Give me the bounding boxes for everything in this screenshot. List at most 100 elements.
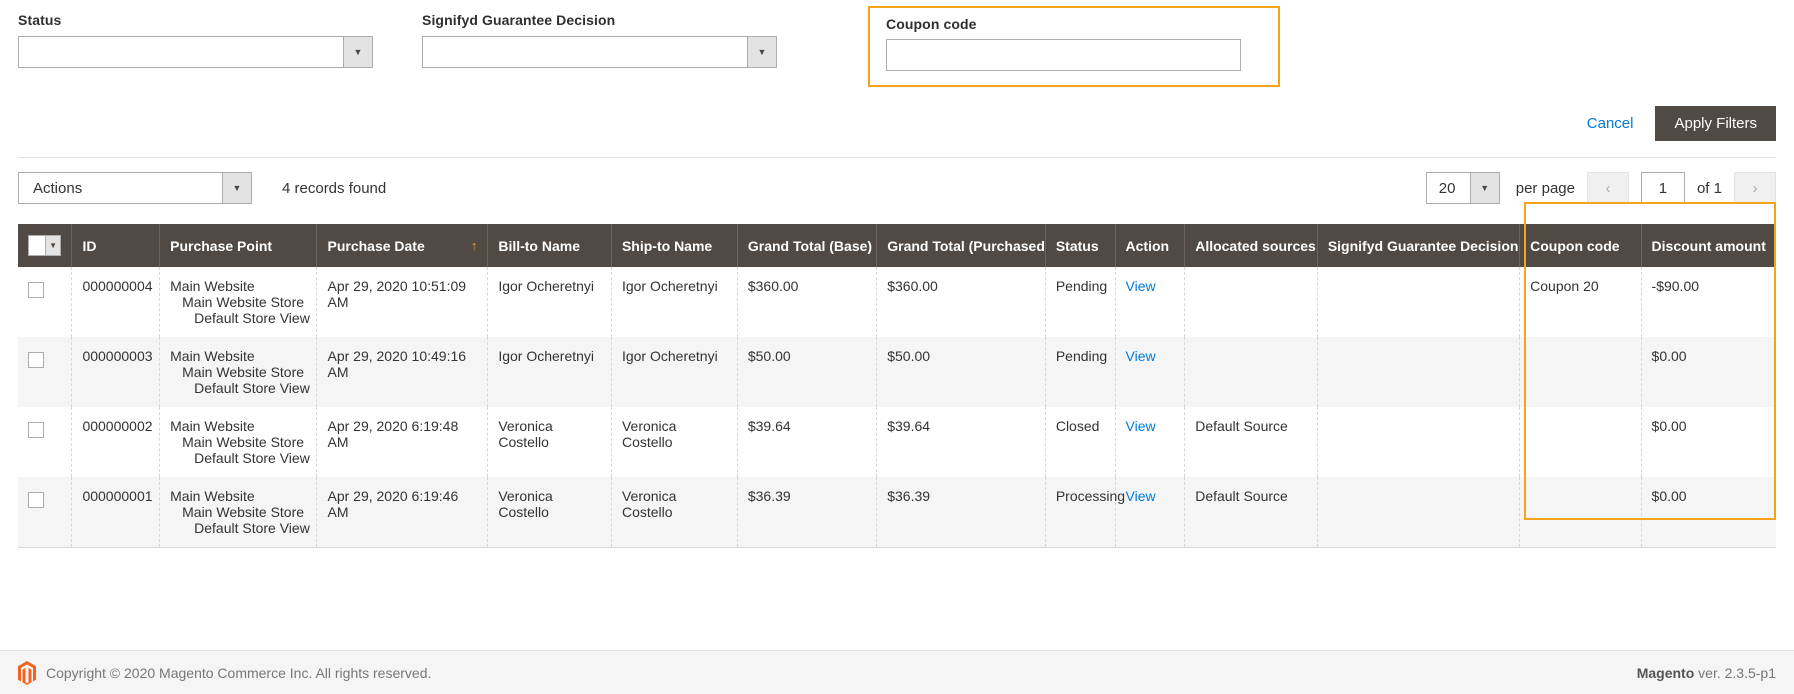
- column-header-grand-total-purchased[interactable]: Grand Total (Purchased): [876, 224, 1046, 267]
- cell-action[interactable]: View: [1115, 477, 1186, 548]
- apply-filters-button[interactable]: Apply Filters: [1655, 105, 1776, 141]
- cell-coupon-code: [1519, 407, 1642, 477]
- column-header-grand-total-base[interactable]: Grand Total (Base): [737, 224, 878, 267]
- row-checkbox[interactable]: [28, 282, 44, 298]
- purchase-point-store: Main Website Store: [182, 364, 305, 380]
- filter-status: Status ▼: [18, 8, 422, 68]
- cell-coupon-code: [1519, 477, 1642, 548]
- cell-action[interactable]: View: [1115, 337, 1186, 407]
- cell-status: Pending: [1045, 337, 1116, 407]
- row-select-cell[interactable]: [18, 407, 73, 477]
- cell-id: 000000003: [71, 337, 161, 407]
- cell-ship-to-name: Veronica Costello: [611, 477, 738, 548]
- purchase-point-website: Main Website: [170, 488, 255, 504]
- row-select-cell[interactable]: [18, 337, 73, 407]
- chevron-down-icon[interactable]: ▼: [1469, 172, 1500, 204]
- filter-status-label: Status: [18, 12, 62, 28]
- view-order-link[interactable]: View: [1126, 348, 1156, 364]
- status-select[interactable]: ▼: [18, 36, 373, 68]
- copyright-text: Copyright © 2020 Magento Commerce Inc. A…: [46, 664, 432, 681]
- signifyd-select-value[interactable]: [422, 36, 747, 68]
- filter-actions: Cancel Apply Filters: [0, 87, 1794, 141]
- magento-logo-icon: [18, 660, 36, 685]
- cell-signifyd: [1317, 477, 1521, 548]
- column-header-bill-to-name[interactable]: Bill-to Name: [487, 224, 612, 267]
- cell-action[interactable]: View: [1115, 407, 1186, 477]
- pagination-controls: 20 ▼ per page ‹ 1 of 1 ›: [1425, 172, 1776, 204]
- cell-purchase-point: Main Website Main Website Store Default …: [159, 407, 318, 477]
- table-row[interactable]: 000000002 Main Website Main Website Stor…: [18, 407, 1776, 477]
- cell-grand-total-base: $36.39: [737, 477, 878, 548]
- chevron-right-icon: ›: [1752, 179, 1758, 197]
- cell-purchase-date: Apr 29, 2020 6:19:48 AM: [316, 407, 489, 477]
- column-header-purchase-date[interactable]: Purchase Date ↑: [316, 224, 489, 267]
- purchase-point-store: Main Website Store: [182, 504, 305, 520]
- row-select-cell[interactable]: [18, 267, 73, 337]
- page-number-input[interactable]: 1: [1640, 172, 1685, 204]
- actions-dropdown-label[interactable]: Actions: [18, 172, 222, 204]
- previous-page-button[interactable]: ‹: [1586, 172, 1629, 204]
- chevron-down-icon[interactable]: ▼: [44, 235, 62, 256]
- table-row[interactable]: 000000004 Main Website Main Website Stor…: [18, 267, 1776, 337]
- orders-grid-container: ▼ ID Purchase Point Purchase Date ↑ Bill…: [0, 202, 1794, 548]
- column-header-ship-to-name[interactable]: Ship-to Name: [611, 224, 738, 267]
- cell-ship-to-name: Igor Ocheretnyi: [611, 337, 738, 407]
- cell-purchase-point: Main Website Main Website Store Default …: [159, 477, 318, 548]
- purchase-point-website: Main Website: [170, 418, 255, 434]
- status-select-value[interactable]: [18, 36, 343, 68]
- column-header-id[interactable]: ID: [71, 224, 161, 267]
- table-row[interactable]: 000000001 Main Website Main Website Stor…: [18, 477, 1776, 548]
- view-order-link[interactable]: View: [1126, 418, 1156, 434]
- column-header-coupon-code[interactable]: Coupon code: [1519, 224, 1642, 267]
- per-page-dropdown[interactable]: 20 ▼: [1425, 172, 1500, 204]
- column-header-allocated-sources[interactable]: Allocated sources: [1184, 224, 1318, 267]
- chevron-down-icon[interactable]: ▼: [343, 36, 373, 68]
- chevron-down-icon[interactable]: ▼: [222, 172, 252, 204]
- column-header-signifyd-guarantee-decision[interactable]: Signifyd Guarantee Decision: [1317, 224, 1521, 267]
- cell-allocated-sources: [1184, 267, 1318, 337]
- row-select-cell[interactable]: [18, 477, 73, 548]
- cell-grand-total-purchased: $50.00: [876, 337, 1046, 407]
- filter-signifyd-label: Signifyd Guarantee Decision: [422, 12, 616, 28]
- column-header-action[interactable]: Action: [1115, 224, 1186, 267]
- cell-allocated-sources: Default Source: [1184, 407, 1318, 477]
- actions-dropdown[interactable]: Actions ▼: [18, 172, 252, 204]
- next-page-button[interactable]: ›: [1734, 172, 1776, 204]
- cell-purchase-date: Apr 29, 2020 10:51:09 AM: [316, 267, 489, 337]
- records-found-label: 4 records found: [282, 179, 387, 197]
- signifyd-select[interactable]: ▼: [422, 36, 777, 68]
- row-checkbox[interactable]: [28, 492, 44, 508]
- per-page-value[interactable]: 20: [1425, 172, 1470, 204]
- row-checkbox[interactable]: [28, 422, 44, 438]
- cell-action[interactable]: View: [1115, 267, 1186, 337]
- cell-discount-amount: -$90.00: [1651, 278, 1700, 294]
- cell-purchase-point: Main Website Main Website Store Default …: [159, 267, 318, 337]
- cell-signifyd: [1317, 337, 1521, 407]
- cell-bill-to-name: Igor Ocheretnyi: [487, 267, 612, 337]
- purchase-point-website: Main Website: [170, 278, 255, 294]
- cell-discount-amount: $0.00: [1651, 418, 1687, 434]
- filters-panel: Status ▼ Signifyd Guarantee Decision ▼ C…: [0, 0, 1794, 87]
- total-pages-label: of 1: [1696, 179, 1722, 197]
- orders-grid-page: Status ▼ Signifyd Guarantee Decision ▼ C…: [0, 0, 1794, 694]
- select-all-header[interactable]: ▼: [18, 224, 73, 267]
- coupon-code-input[interactable]: [886, 39, 1241, 71]
- cancel-button[interactable]: Cancel: [1587, 115, 1634, 132]
- table-row[interactable]: 000000003 Main Website Main Website Stor…: [18, 337, 1776, 407]
- cell-id: 000000001: [71, 477, 161, 548]
- cell-bill-to-name: Veronica Costello: [487, 407, 612, 477]
- row-checkbox[interactable]: [28, 352, 44, 368]
- column-header-discount-amount[interactable]: Discount amount: [1641, 224, 1776, 267]
- view-order-link[interactable]: View: [1126, 278, 1156, 294]
- select-all-checkbox[interactable]: [28, 235, 45, 256]
- version-block: Magento ver. 2.3.5-p1: [1637, 665, 1776, 681]
- view-order-link[interactable]: View: [1126, 488, 1156, 504]
- column-header-status[interactable]: Status: [1045, 224, 1116, 267]
- cell-grand-total-purchased: $39.64: [876, 407, 1046, 477]
- cell-ship-to-name: Veronica Costello: [611, 407, 738, 477]
- column-header-purchase-point[interactable]: Purchase Point: [159, 224, 318, 267]
- version-text: ver. 2.3.5-p1: [1694, 664, 1776, 681]
- toolbar-left: Actions ▼ 4 records found: [18, 172, 386, 204]
- cell-id: 000000002: [71, 407, 161, 477]
- chevron-down-icon[interactable]: ▼: [747, 36, 777, 68]
